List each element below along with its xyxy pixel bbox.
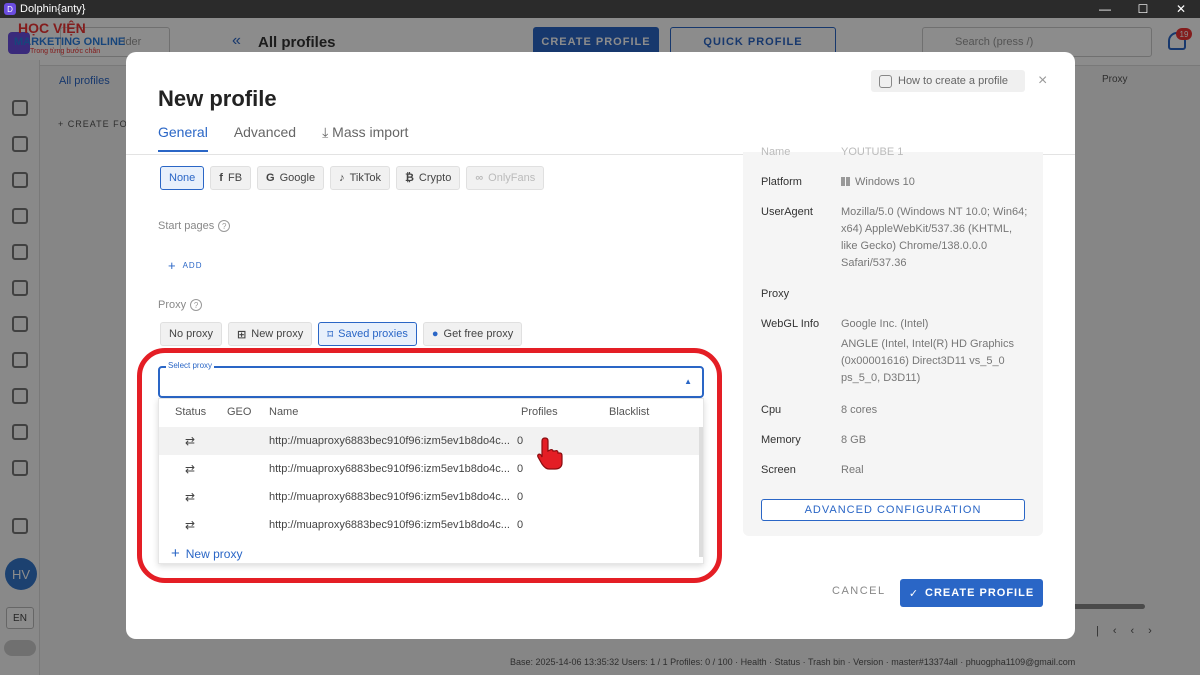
tab-general[interactable]: General bbox=[158, 124, 208, 152]
close-modal-icon[interactable]: × bbox=[1038, 72, 1047, 90]
how-to-create-label: How to create a profile bbox=[898, 75, 1009, 87]
chip-crypto-label: Crypto bbox=[418, 172, 452, 184]
chip-google[interactable]: G Google bbox=[257, 166, 325, 190]
modal-tabs: General Advanced ⤓ Mass import bbox=[158, 124, 408, 152]
summary-cpu-value: 8 cores bbox=[841, 404, 878, 416]
maximize-button[interactable]: ☐ bbox=[1124, 0, 1162, 18]
summary-memory-label: Memory bbox=[761, 434, 801, 446]
question-icon[interactable]: ? bbox=[218, 220, 231, 232]
bookmark-icon: ⌑ bbox=[327, 328, 334, 341]
tab-mass-import-label: Mass import bbox=[332, 124, 409, 140]
summary-webgl-vendor: Google Inc. (Intel) bbox=[841, 318, 929, 330]
summary-screen-label: Screen bbox=[761, 464, 796, 476]
start-pages-label: Start pages ? bbox=[158, 220, 231, 232]
create-profile-label: CREATE PROFILE bbox=[925, 587, 1035, 599]
start-pages-text: Start pages bbox=[158, 220, 215, 232]
summary-proxy-label: Proxy bbox=[761, 288, 790, 300]
summary-screen-value: Real bbox=[841, 464, 864, 476]
chip-fb-label: FB bbox=[227, 172, 243, 184]
summary-platform-label: Platform bbox=[761, 176, 802, 188]
close-window-button[interactable]: ✕ bbox=[1162, 0, 1200, 18]
chip-tiktok[interactable]: ♪ TikTok bbox=[330, 166, 390, 190]
create-profile-button[interactable]: ✓ CREATE PROFILE bbox=[900, 579, 1043, 607]
question-icon[interactable]: ? bbox=[190, 299, 203, 311]
download-icon: ⤓ bbox=[322, 124, 333, 140]
minimize-button[interactable]: — bbox=[1086, 0, 1124, 18]
tab-mass-import[interactable]: ⤓ Mass import bbox=[322, 124, 408, 152]
proxy-label: Proxy ? bbox=[158, 299, 203, 311]
summary-memory-value: 8 GB bbox=[841, 434, 867, 446]
summary-name-value: YOUTUBE 1 bbox=[841, 146, 904, 158]
check-icon: ✓ bbox=[908, 587, 920, 600]
chip-no-proxy[interactable]: No proxy bbox=[160, 322, 223, 346]
chip-new-proxy[interactable]: ⊞ New proxy bbox=[228, 322, 313, 346]
onlyfans-icon: ∞ bbox=[475, 172, 484, 184]
chip-none[interactable]: None bbox=[160, 166, 205, 190]
chip-onlyfans-label: OnlyFans bbox=[488, 172, 536, 184]
window-titlebar: D Dolphin{anty} — ☐ ✕ bbox=[0, 0, 1200, 18]
window-controls: — ☐ ✕ bbox=[1086, 0, 1200, 18]
chip-fb[interactable]: f FB bbox=[210, 166, 252, 190]
chip-crypto[interactable]: ₿ Crypto bbox=[395, 166, 461, 190]
video-icon bbox=[879, 74, 892, 88]
summary-name-label: Name bbox=[761, 146, 791, 158]
drop-icon: ● bbox=[431, 328, 439, 340]
cancel-button[interactable]: CANCEL bbox=[832, 585, 886, 597]
platform-chips: None f FB G Google ♪ TikTok ₿ Crypto ∞ OnlyFa… bbox=[160, 166, 545, 190]
summary-webgl-label: WebGL Info bbox=[761, 318, 820, 330]
google-icon: G bbox=[266, 172, 275, 184]
chip-google-label: Google bbox=[279, 172, 316, 184]
plus-icon: + bbox=[168, 258, 177, 273]
bitcoin-icon: ₿ bbox=[404, 172, 414, 184]
windows-icon bbox=[841, 177, 850, 186]
chip-free-proxy-label: Get free proxy bbox=[443, 328, 514, 340]
window-title: Dolphin{anty} bbox=[20, 3, 86, 15]
summary-useragent-value: Mozilla/5.0 (Windows NT 10.0; Win64; x64… bbox=[841, 206, 1028, 269]
summary-webgl-renderer: ANGLE (Intel, Intel(R) HD Graphics (0x00… bbox=[841, 338, 1014, 384]
tab-advanced[interactable]: Advanced bbox=[234, 124, 296, 152]
add-start-page-button[interactable]: + ADD bbox=[168, 258, 202, 273]
chip-saved-proxies[interactable]: ⌑ Saved proxies bbox=[318, 322, 417, 346]
advanced-configuration-button[interactable]: ADVANCED CONFIGURATION bbox=[761, 499, 1025, 521]
summary-platform-value: Windows 10 bbox=[841, 174, 1031, 191]
modal-title: New profile bbox=[158, 86, 277, 111]
chip-free-proxy[interactable]: ● Get free proxy bbox=[422, 322, 523, 346]
proxy-text: Proxy bbox=[158, 299, 187, 311]
dolphin-logo-icon: D bbox=[4, 3, 16, 15]
proxy-chips: No proxy ⊞ New proxy ⌑ Saved proxies ● Get … bbox=[160, 322, 523, 346]
chip-saved-proxies-label: Saved proxies bbox=[338, 328, 408, 340]
chip-onlyfans[interactable]: ∞ OnlyFans bbox=[466, 166, 545, 190]
facebook-icon: f bbox=[219, 172, 223, 184]
chip-tiktok-label: TikTok bbox=[349, 172, 381, 184]
platform-text: Windows 10 bbox=[855, 176, 915, 188]
how-to-create-button[interactable]: How to create a profile bbox=[871, 70, 1025, 92]
red-highlight-annotation bbox=[137, 348, 722, 583]
tiktok-icon: ♪ bbox=[339, 172, 345, 184]
add-label: ADD bbox=[182, 261, 203, 270]
profile-summary-panel: Name YOUTUBE 1 Platform Windows 10 UserA… bbox=[743, 146, 1043, 536]
hand-cursor-icon bbox=[537, 437, 563, 470]
summary-cpu-label: Cpu bbox=[761, 404, 782, 416]
chip-new-proxy-label: New proxy bbox=[251, 328, 304, 340]
summary-useragent-label: UserAgent bbox=[761, 206, 813, 218]
add-box-icon: ⊞ bbox=[237, 328, 247, 341]
